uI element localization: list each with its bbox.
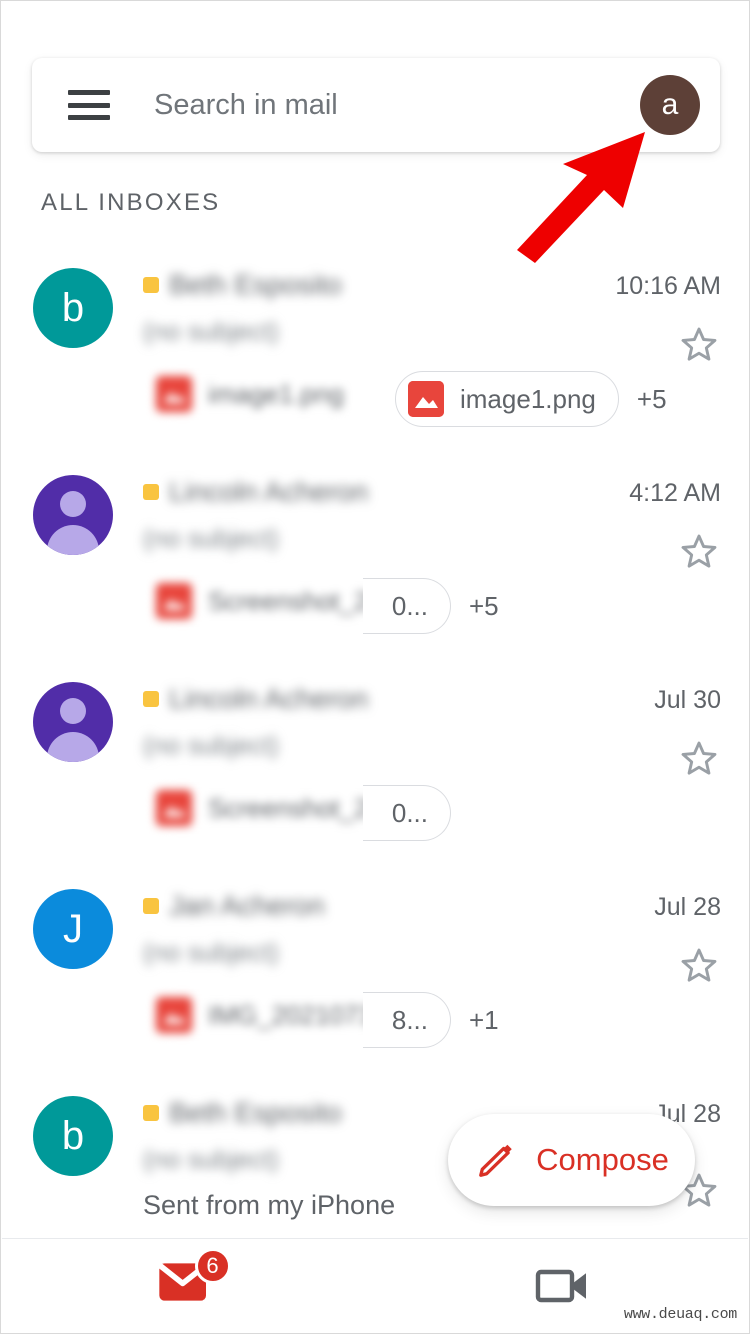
mail-date: 10:16 AM xyxy=(615,272,721,300)
mail-list[interactable]: b Beth Esposito (no subject) image1.png xyxy=(1,246,749,1241)
sender-name: Jan Acheron xyxy=(169,890,325,921)
star-icon[interactable] xyxy=(677,530,721,574)
avatar[interactable]: b xyxy=(33,268,113,348)
mail-row-content: Lincoln Acheron (no subject) Screenshot_… xyxy=(143,678,601,867)
mail-row[interactable]: b Beth Esposito (no subject) image1.png xyxy=(1,246,749,453)
mail-row[interactable]: Lincoln Acheron (no subject) Screenshot_… xyxy=(1,660,749,867)
unread-badge: 6 xyxy=(194,1247,231,1284)
sender-name: Lincoln Acheron xyxy=(169,683,369,714)
person-icon-head xyxy=(60,698,86,724)
sender-line: Lincoln Acheron xyxy=(143,680,601,718)
sender-name: Beth Esposito xyxy=(169,269,342,300)
person-icon-body xyxy=(47,525,99,555)
image-file-icon xyxy=(156,583,192,619)
attachment-chip-tail[interactable]: 8... xyxy=(363,992,451,1048)
avatar-initial: b xyxy=(61,286,85,330)
mail-date: 4:12 AM xyxy=(629,479,721,507)
subject-line: (no subject) xyxy=(143,937,279,967)
person-icon-head xyxy=(60,491,86,517)
mail-row[interactable]: Lincoln Acheron (no subject) Screenshot_… xyxy=(1,453,749,660)
image-file-icon xyxy=(156,376,192,412)
important-marker-icon[interactable] xyxy=(143,484,159,500)
sender-line: Lincoln Acheron xyxy=(143,473,601,511)
attachment-chip-tail[interactable]: 0... xyxy=(363,578,451,634)
attachment-name-tail: 8... xyxy=(391,1004,428,1035)
mail-row-meta: Jul 28 xyxy=(601,885,721,1074)
mail-date: Jul 30 xyxy=(654,686,721,714)
important-marker-icon[interactable] xyxy=(143,691,159,707)
avatar[interactable] xyxy=(33,682,113,762)
video-camera-icon xyxy=(535,1269,586,1302)
compose-label: Compose xyxy=(536,1142,669,1177)
star-icon[interactable] xyxy=(677,944,721,988)
star-icon[interactable] xyxy=(677,737,721,781)
avatar-initial: b xyxy=(61,1114,85,1158)
attachment-more-count: +1 xyxy=(469,1004,499,1035)
attachment-chip-partial[interactable]: 0... xyxy=(363,785,469,841)
attachment-name: image1.png xyxy=(460,383,596,414)
attachment-more-count: +5 xyxy=(469,590,499,621)
attachment-name-tail: 0... xyxy=(391,797,428,828)
attachment-chip-focused[interactable]: image1.png +5 xyxy=(395,371,667,427)
subject-line: (no subject) xyxy=(143,730,279,760)
important-marker-icon[interactable] xyxy=(143,277,159,293)
attachment-chip[interactable]: image1.png xyxy=(395,371,619,427)
avatar[interactable]: b xyxy=(33,1096,113,1176)
hamburger-bar xyxy=(68,102,110,108)
sender-name: Beth Esposito xyxy=(169,1097,342,1128)
hamburger-bar xyxy=(68,115,110,120)
attachment-chip-partial[interactable]: 8... +1 xyxy=(363,992,499,1048)
hamburger-menu-icon[interactable] xyxy=(68,90,110,120)
sender-name: Lincoln Acheron xyxy=(169,476,369,507)
pencil-icon xyxy=(479,1144,512,1177)
hamburger-bar xyxy=(68,90,110,95)
sender-line: Jan Acheron xyxy=(143,887,601,925)
mail-row-content: Beth Esposito (no subject) image1.png im… xyxy=(143,264,667,453)
attachment-name-tail: 0... xyxy=(391,590,428,621)
attachment-chip-tail[interactable]: 0... xyxy=(363,785,451,841)
attachment-chip-partial[interactable]: 0... +5 xyxy=(363,578,499,634)
mail-row-meta: Jul 30 xyxy=(601,678,721,867)
avatar[interactable] xyxy=(33,475,113,555)
subject-line: (no subject) xyxy=(143,316,279,346)
image-file-icon xyxy=(408,381,444,417)
attachment-more-count: +5 xyxy=(636,383,667,414)
image-file-icon xyxy=(156,790,192,826)
attachment-chip-blurred[interactable]: image1.png xyxy=(143,366,367,422)
subject-line: (no subject) xyxy=(143,523,279,553)
mail-row-content: Jan Acheron (no subject) IMG_20210738...… xyxy=(143,885,601,1074)
star-icon[interactable] xyxy=(677,323,721,367)
image-file-icon xyxy=(156,997,192,1033)
important-marker-icon[interactable] xyxy=(143,898,159,914)
sender-line: Beth Esposito xyxy=(143,266,601,304)
nav-item-mail[interactable]: 6 xyxy=(2,1239,375,1332)
site-watermark: www.deuaq.com xyxy=(623,1306,737,1323)
attachment-name: image1.png xyxy=(208,378,344,409)
important-marker-icon[interactable] xyxy=(143,1105,159,1121)
search-input[interactable] xyxy=(154,88,640,122)
mail-row[interactable]: J Jan Acheron (no subject) IMG_20210738.… xyxy=(1,867,749,1074)
person-icon-body xyxy=(47,732,99,762)
avatar-initial: J xyxy=(63,907,83,951)
search-bar[interactable]: a xyxy=(32,58,720,152)
mail-row-content: Lincoln Acheron (no subject) Screenshot_… xyxy=(143,471,601,660)
gmail-mobile-screen: a ALL INBOXES b Beth Esposito (no subjec… xyxy=(0,0,750,1334)
mail-date: Jul 28 xyxy=(654,893,721,921)
avatar[interactable]: J xyxy=(33,889,113,969)
account-avatar[interactable]: a xyxy=(640,75,700,135)
mail-icon-wrapper: 6 xyxy=(157,1247,231,1314)
avatar-initial: a xyxy=(661,88,679,121)
mail-row-meta: 4:12 AM xyxy=(601,471,721,660)
compose-button[interactable]: Compose xyxy=(448,1114,695,1206)
section-header-all-inboxes: ALL INBOXES xyxy=(41,189,221,216)
